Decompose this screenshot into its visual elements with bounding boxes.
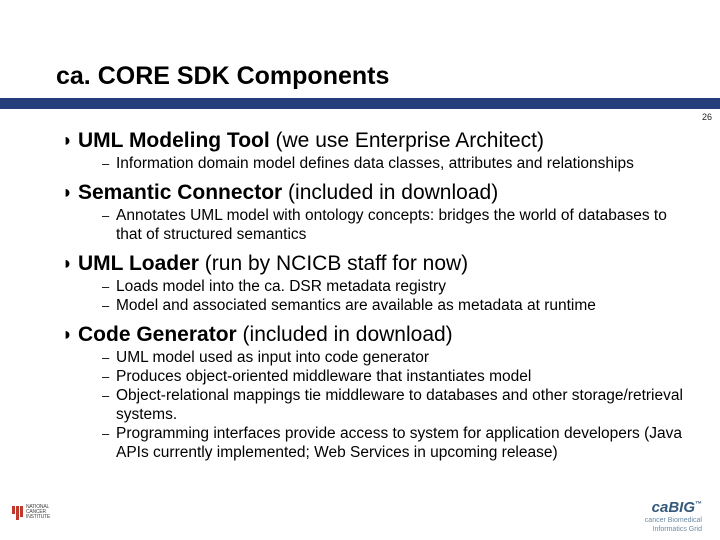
dash-icon: – <box>102 207 116 225</box>
dash-icon: – <box>102 155 116 173</box>
bullet-title-rest: (run by NCICB staff for now) <box>199 252 468 275</box>
bullet-sub: – Programming interfaces provide access … <box>102 425 690 463</box>
bullet-sub: – Object-relational mappings tie middlew… <box>102 387 690 425</box>
cabig-logo: caBIG™ cancer Biomedical Informatics Gri… <box>645 500 702 534</box>
bullet-sub: – Loads model into the ca. DSR metadata … <box>102 278 690 297</box>
bullet-title: Semantic Connector (included in download… <box>78 180 498 205</box>
bullet-marker-icon: ◗ <box>62 180 78 205</box>
dash-icon: – <box>102 349 116 367</box>
bullet-marker-icon: ◗ <box>62 128 78 153</box>
bullet-sub-text: Annotates UML model with ontology concep… <box>116 207 684 245</box>
bullet-sub-text: Information domain model defines data cl… <box>116 155 634 174</box>
bullet-main: ◗ Semantic Connector (included in downlo… <box>62 180 690 205</box>
sub-list: – Information domain model defines data … <box>62 155 690 174</box>
dash-icon: – <box>102 278 116 296</box>
dash-icon: – <box>102 368 116 386</box>
bullet-title: UML Modeling Tool (we use Enterprise Arc… <box>78 128 544 153</box>
cabig-sub2: Informatics Grid <box>653 526 702 533</box>
slide: ca. CORE SDK Components 26 ◗ UML Modelin… <box>0 0 720 540</box>
bullet-title-rest: (included in download) <box>237 323 453 346</box>
bullet-sub-text: UML model used as input into code genera… <box>116 349 429 368</box>
dash-icon: – <box>102 425 116 443</box>
bullet-main: ◗ UML Modeling Tool (we use Enterprise A… <box>62 128 690 153</box>
tm-icon: ™ <box>695 501 702 508</box>
bullet-title-bold: UML Loader <box>78 252 199 275</box>
bullet-main: ◗ Code Generator (included in download) <box>62 322 690 347</box>
sub-list: – UML model used as input into code gene… <box>62 349 690 462</box>
cabig-sub1: cancer Biomedical <box>645 517 702 524</box>
bullet-sub-text: Programming interfaces provide access to… <box>116 425 684 463</box>
bullet-title-bold: Code Generator <box>78 323 237 346</box>
bullet-marker-icon: ◗ <box>62 322 78 347</box>
bullet-sub: – Annotates UML model with ontology conc… <box>102 207 690 245</box>
dash-icon: – <box>102 387 116 405</box>
bullet-sub: – Information domain model defines data … <box>102 155 690 174</box>
nci-logo: NATIONALCANCERINSTITUTE <box>12 498 56 526</box>
bullet-sub: – UML model used as input into code gene… <box>102 349 690 368</box>
bullet-title-bold: UML Modeling Tool <box>78 129 270 152</box>
bullet-title: UML Loader (run by NCICB staff for now) <box>78 251 468 276</box>
bullet-title: Code Generator (included in download) <box>78 322 453 347</box>
dash-icon: – <box>102 297 116 315</box>
bullet-sub: – Model and associated semantics are ava… <box>102 297 690 316</box>
cabig-main: caBIG <box>652 499 695 516</box>
nci-bars-icon <box>12 506 23 520</box>
title-underline <box>0 98 720 109</box>
content-area: ◗ UML Modeling Tool (we use Enterprise A… <box>62 128 690 469</box>
sub-list: – Annotates UML model with ontology conc… <box>62 207 690 245</box>
bullet-title-rest: (we use Enterprise Architect) <box>270 129 544 152</box>
bullet-sub: – Produces object-oriented middleware th… <box>102 368 690 387</box>
sub-list: – Loads model into the ca. DSR metadata … <box>62 278 690 316</box>
bullet-title-bold: Semantic Connector <box>78 181 282 204</box>
bullet-marker-icon: ◗ <box>62 251 78 276</box>
bullet-sub-text: Object-relational mappings tie middlewar… <box>116 387 684 425</box>
bullet-sub-text: Produces object-oriented middleware that… <box>116 368 531 387</box>
bullet-main: ◗ UML Loader (run by NCICB staff for now… <box>62 251 690 276</box>
nci-text: NATIONALCANCERINSTITUTE <box>26 505 50 520</box>
slide-title: ca. CORE SDK Components <box>56 62 389 91</box>
bullet-title-rest: (included in download) <box>282 181 498 204</box>
page-number: 26 <box>702 112 712 122</box>
bullet-sub-text: Loads model into the ca. DSR metadata re… <box>116 278 446 297</box>
bullet-sub-text: Model and associated semantics are avail… <box>116 297 596 316</box>
